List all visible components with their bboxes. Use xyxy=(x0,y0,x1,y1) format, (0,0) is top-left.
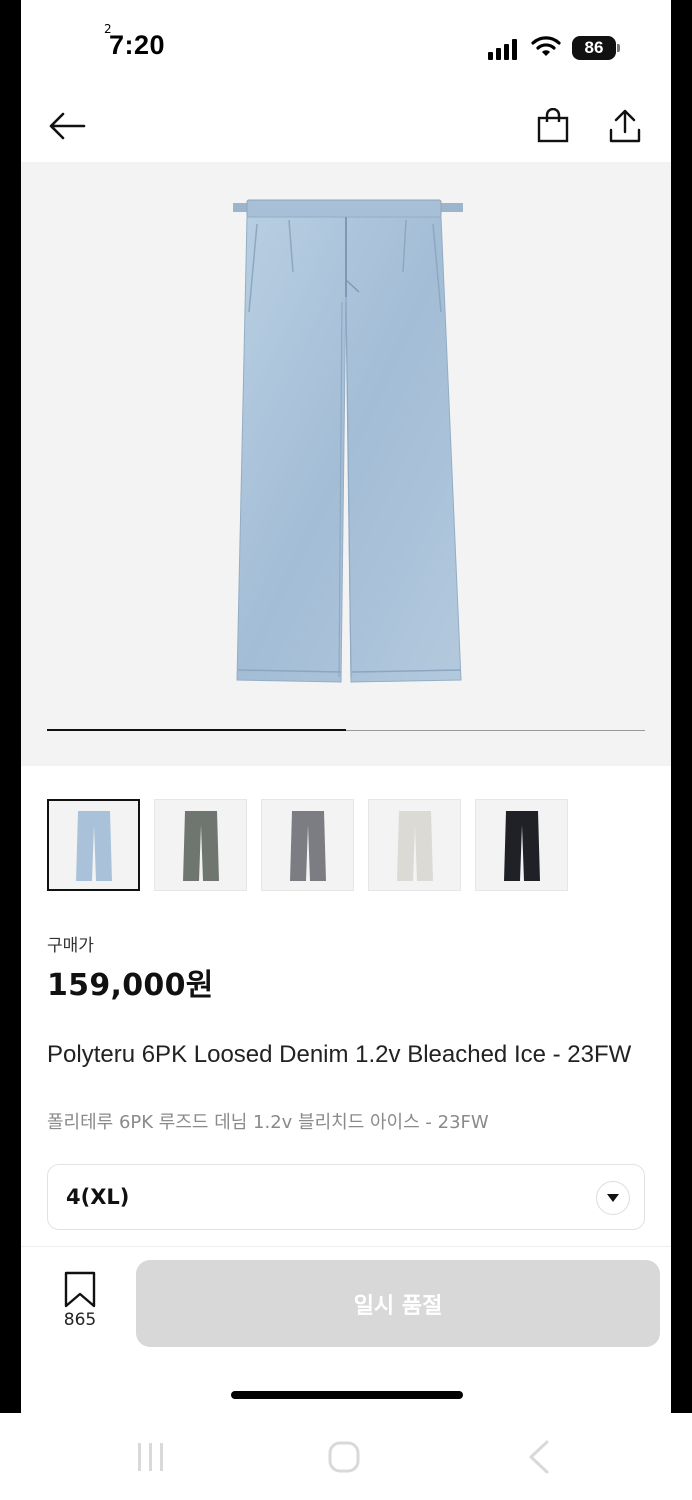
pants-thumbnail-image xyxy=(396,811,433,881)
divider xyxy=(21,1246,671,1247)
top-nav xyxy=(21,90,671,162)
arrow-left-icon xyxy=(49,112,86,140)
thumbnail-5[interactable] xyxy=(475,799,568,891)
back-button[interactable] xyxy=(45,104,89,148)
product-subtitle: 폴리테루 6PK 루즈드 데님 1.2v 블리치드 아이스 - 23FW xyxy=(47,1112,489,1133)
chevron-down-icon xyxy=(596,1181,630,1215)
carousel-progress-fill xyxy=(47,729,346,731)
size-select[interactable]: 4(XL) xyxy=(47,1164,645,1230)
shopping-bag-button[interactable] xyxy=(531,104,575,148)
sold-out-button[interactable]: 일시 품절 xyxy=(136,1260,660,1347)
thumbnail-1[interactable] xyxy=(47,799,140,891)
status-bar: 2 7:20 86 xyxy=(21,0,671,90)
thumbnail-4[interactable] xyxy=(368,799,461,891)
product-price: 159,000원 xyxy=(47,968,214,1003)
home-indicator xyxy=(231,1391,463,1399)
product-title: Polyteru 6PK Loosed Denim 1.2v Bleached … xyxy=(47,1041,632,1068)
signal-icon xyxy=(488,38,518,60)
price-label: 구매가 xyxy=(47,936,94,956)
shopping-bag-icon xyxy=(537,108,569,143)
pants-thumbnail-image xyxy=(503,811,540,881)
app-screen: 2 7:20 86 구매가 159,000원 Polyteru 6PK Loos… xyxy=(21,0,671,1413)
pants-thumbnail-image xyxy=(182,811,219,881)
product-image-carousel[interactable] xyxy=(21,162,671,766)
battery-icon: 86 xyxy=(572,36,616,60)
status-time: 7:20 xyxy=(109,30,166,60)
size-selected-value: 4(XL) xyxy=(66,1185,130,1209)
bookmark-count: 865 xyxy=(63,1310,97,1330)
recents-button[interactable] xyxy=(134,1437,168,1477)
denim-pants-image xyxy=(233,199,463,683)
battery-nub xyxy=(617,44,620,52)
home-button[interactable] xyxy=(326,1437,362,1477)
back-chevron-icon xyxy=(529,1440,549,1474)
bookmark-icon xyxy=(64,1271,96,1308)
color-thumbnails xyxy=(47,799,568,891)
wifi-icon xyxy=(531,36,561,56)
thumbnail-2[interactable] xyxy=(154,799,247,891)
pants-thumbnail-image xyxy=(75,811,112,881)
android-nav-bar xyxy=(0,1413,692,1500)
share-icon xyxy=(609,109,641,143)
pants-thumbnail-image xyxy=(289,811,326,881)
bookmark-button[interactable]: 865 xyxy=(57,1270,103,1334)
recents-icon xyxy=(138,1443,163,1471)
share-button[interactable] xyxy=(603,104,647,148)
home-icon xyxy=(328,1441,360,1473)
system-back-button[interactable] xyxy=(524,1437,554,1477)
thumbnail-3[interactable] xyxy=(261,799,354,891)
